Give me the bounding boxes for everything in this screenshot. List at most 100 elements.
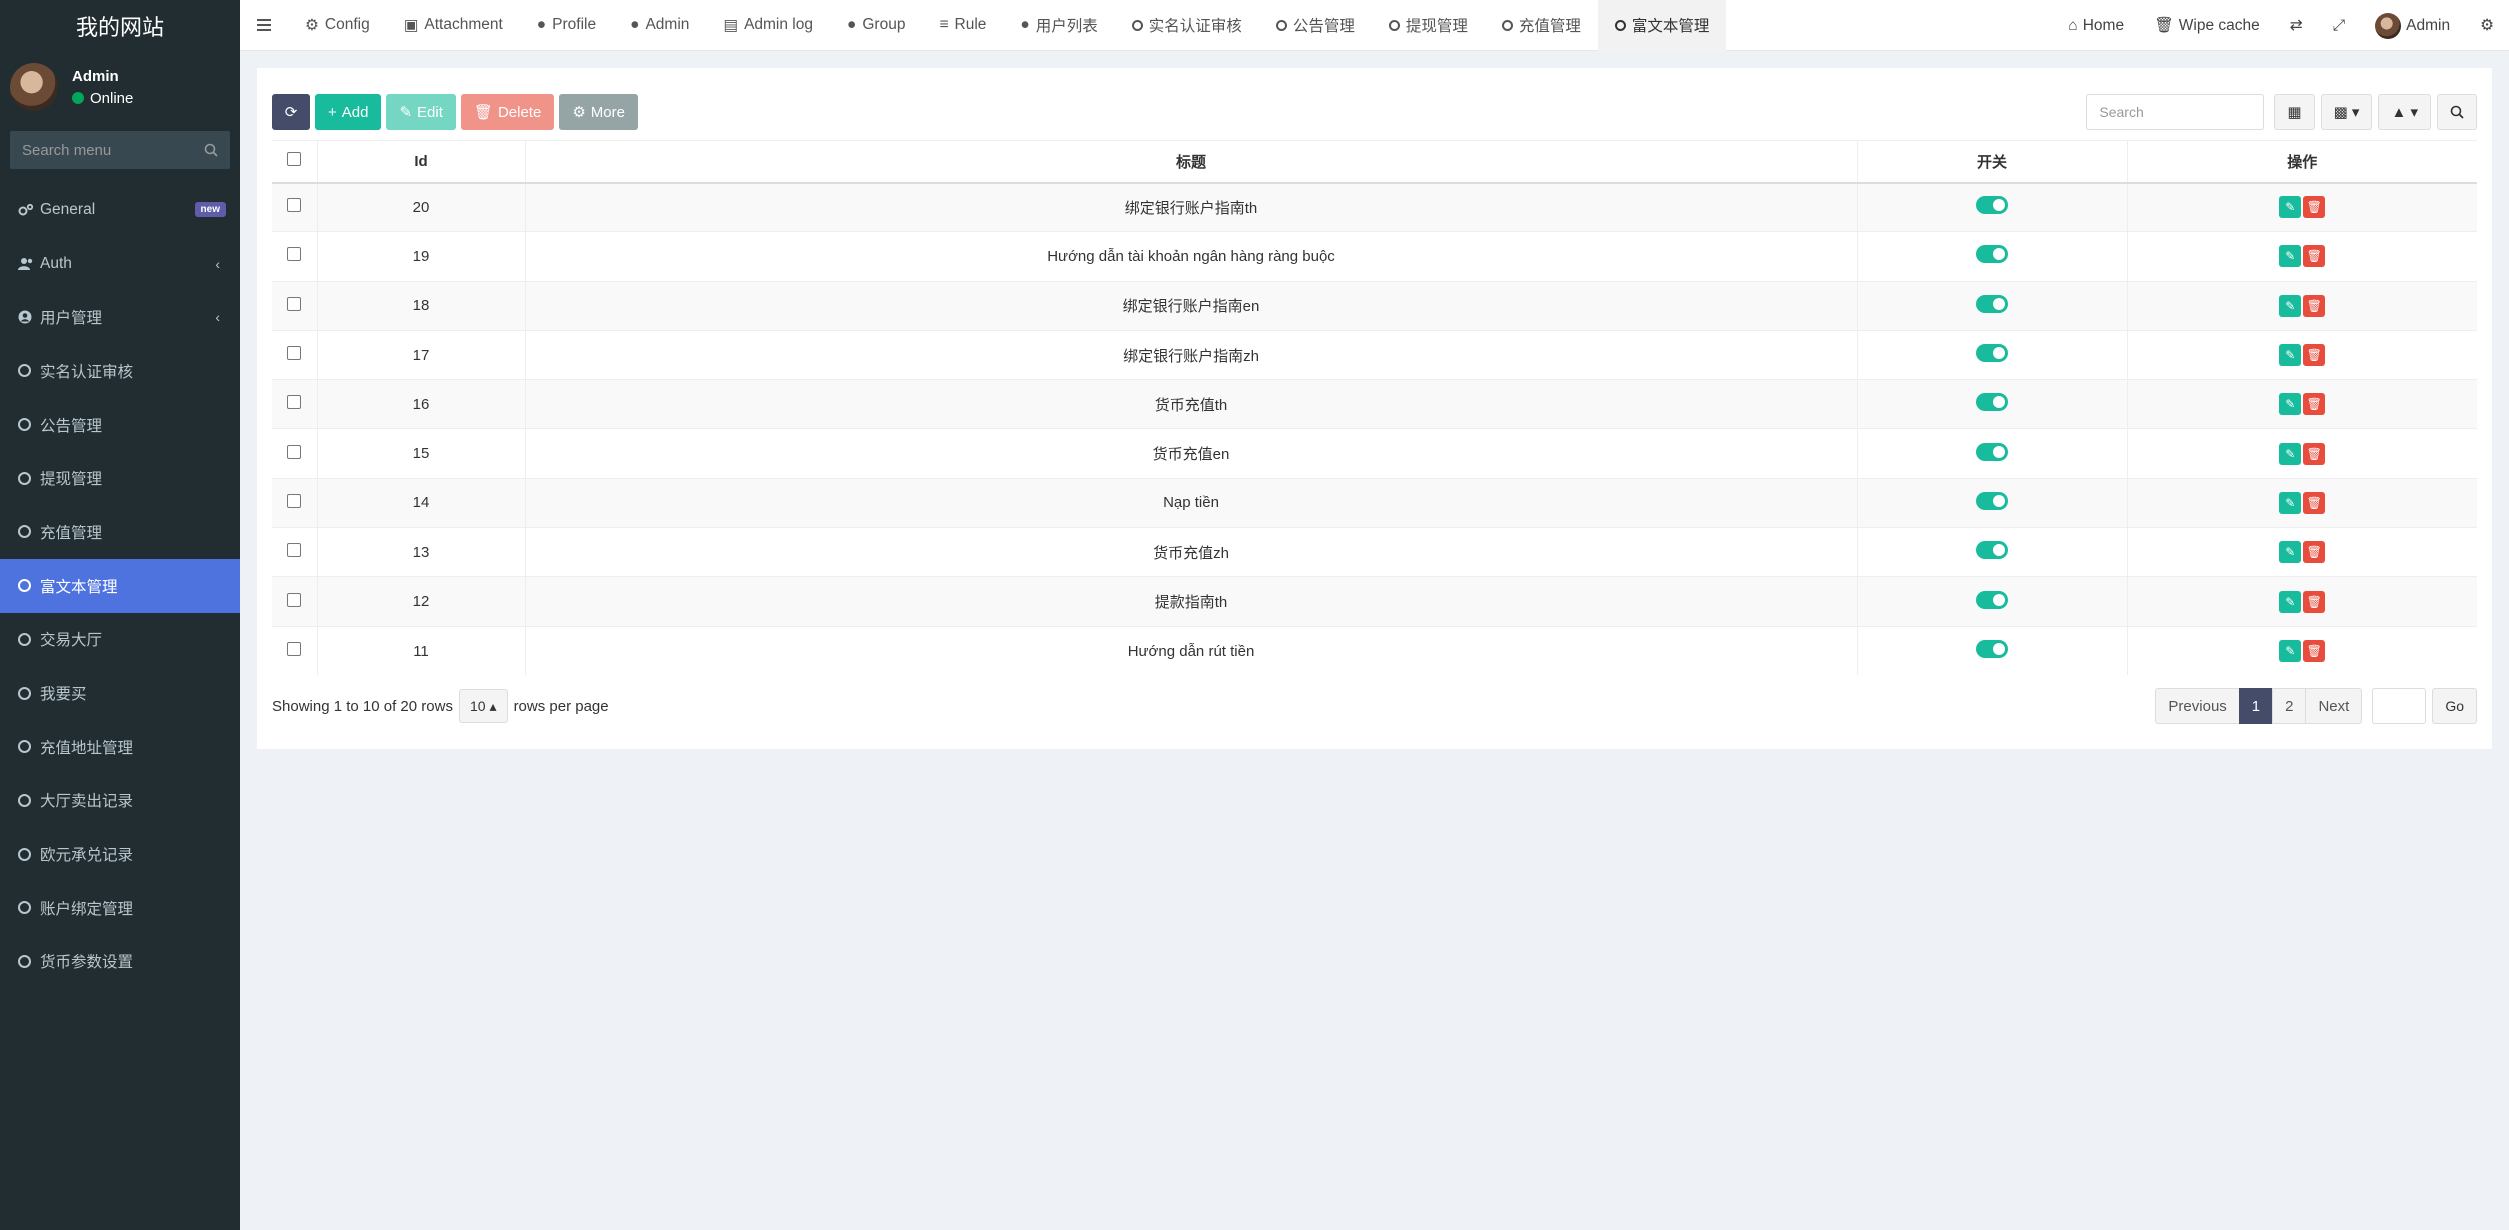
row-edit-button[interactable]: ✎ [2279,442,2302,465]
row-edit-button[interactable]: ✎ [2279,590,2302,613]
row-delete-button[interactable]: 🗑 [2303,393,2326,416]
tab-profile[interactable]: ● Profile [520,0,613,51]
row-delete-button[interactable]: 🗑 [2303,294,2326,317]
tab-withdrawals[interactable]: 提现管理 [1372,0,1485,51]
row-delete-button[interactable]: 🗑 [2303,442,2326,465]
row-delete-button[interactable]: 🗑 [2303,245,2326,268]
row-checkbox[interactable] [287,642,302,657]
home-link[interactable]: ⌂ Home [2053,0,2139,51]
tab-admin-log[interactable]: ▤ Admin log [706,0,830,51]
brand-logo[interactable]: 我的网站 [0,0,240,51]
row-edit-button[interactable]: ✎ [2279,245,2302,268]
row-delete-button[interactable]: 🗑 [2303,541,2326,564]
sidebar-item-buy[interactable]: 我要买 [0,666,240,720]
row-edit-button[interactable]: ✎ [2279,640,2302,663]
row-delete-button[interactable]: 🗑 [2303,491,2326,514]
row-checkbox[interactable] [287,346,302,361]
page-2-button[interactable]: 2 [2272,688,2307,724]
refresh-button[interactable]: ⟳ [272,94,310,130]
delete-button[interactable]: 🗑 Delete [460,94,555,130]
sidebar-item-deposit-address[interactable]: 充值地址管理 [0,720,240,774]
tab-admin[interactable]: ● Admin [613,0,706,51]
sidebar-item-trading-hall[interactable]: 交易大厅 [0,613,240,667]
row-delete-button[interactable]: 🗑 [2303,590,2326,613]
fullscreen-icon[interactable]: ⤢ [2318,0,2360,51]
tab-group[interactable]: ● Group [830,0,922,51]
row-edit-button[interactable]: ✎ [2279,393,2302,416]
language-icon[interactable]: ⇄ [2275,0,2318,51]
switch-toggle[interactable] [1976,491,2008,510]
row-delete-button[interactable]: 🗑 [2303,344,2326,367]
row-checkbox[interactable] [287,543,302,558]
switch-toggle[interactable] [1976,245,2008,264]
column-header-switch[interactable]: 开关 [1856,140,2127,184]
menu-toggle-icon[interactable] [240,0,288,51]
sidebar-item-euro-records[interactable]: 欧元承兑记录 [0,827,240,881]
sidebar-item-user-management[interactable]: 用户管理 ‹ [0,290,240,344]
export-button[interactable]: ▲ ▾ [2378,94,2431,130]
tab-announcements[interactable]: 公告管理 [1259,0,1372,51]
select-all-checkbox[interactable] [287,152,302,167]
sidebar-item-hall-sell-records[interactable]: 大厅卖出记录 [0,774,240,828]
tab-config[interactable]: ⚙ Config [288,0,387,51]
column-header-id[interactable]: Id [316,140,525,184]
add-button[interactable]: + Add [315,94,382,130]
columns-button[interactable]: ▩ ▾ [2320,94,2373,130]
sidebar-item-richtext[interactable]: 富文本管理 [0,558,240,613]
switch-toggle[interactable] [1976,344,2008,363]
row-edit-button[interactable]: ✎ [2279,541,2302,564]
row-checkbox[interactable] [287,296,302,311]
sidebar-item-auth[interactable]: Auth ‹ [0,237,240,291]
row-edit-button[interactable]: ✎ [2279,491,2302,514]
tab-user-list[interactable]: ● 用户列表 [1003,0,1114,51]
row-edit-button[interactable]: ✎ [2279,344,2302,367]
sidebar-item-account-binding[interactable]: 账户绑定管理 [0,881,240,935]
tab-attachment[interactable]: ▣ Attachment [387,0,520,51]
row-checkbox[interactable] [287,395,302,410]
sidebar-item-currency-settings[interactable]: 货币参数设置 [0,935,240,989]
switch-toggle[interactable] [1976,393,2008,412]
row-checkbox[interactable] [287,493,302,508]
admin-user-menu[interactable]: Admin [2360,0,2465,51]
toggle-view-button[interactable]: ▦ [2274,94,2315,130]
more-button[interactable]: ⚙ More [559,94,638,130]
switch-toggle[interactable] [1976,196,2008,215]
row-edit-button[interactable]: ✎ [2279,294,2302,317]
goto-page-input[interactable] [2372,688,2427,724]
tab-realname-review[interactable]: 实名认证审核 [1115,0,1259,51]
switch-toggle[interactable] [1976,590,2008,609]
sidebar-item-withdrawals[interactable]: 提现管理 [0,451,240,505]
tab-richtext[interactable]: 富文本管理 [1597,0,1727,51]
edit-button[interactable]: ✎ Edit [386,94,456,130]
switch-toggle[interactable] [1976,640,2008,659]
page-1-button[interactable]: 1 [2238,688,2274,724]
settings-cogs-icon[interactable]: ⚙ [2465,0,2509,51]
sidebar-item-announcements[interactable]: 公告管理 [0,398,240,452]
sidebar-item-realname-review[interactable]: 实名认证审核 [0,344,240,398]
wipe-cache-button[interactable]: 🗑 Wipe cache [2139,0,2275,51]
previous-page-button[interactable]: Previous [2155,688,2240,724]
page-size-dropdown[interactable]: 10 ▴ [458,689,508,723]
search-icon[interactable] [204,143,218,157]
row-delete-button[interactable]: 🗑 [2303,640,2326,663]
tab-rule[interactable]: ≡ Rule [922,0,1003,51]
switch-toggle[interactable] [1976,541,2008,560]
search-menu-input[interactable]: Search menu [10,131,230,169]
switch-toggle[interactable] [1976,442,2008,461]
row-checkbox[interactable] [287,198,302,213]
row-title: 绑定银行账户指南th [524,181,1857,232]
row-checkbox[interactable] [287,592,302,607]
switch-toggle[interactable] [1976,294,2008,313]
next-page-button[interactable]: Next [2305,688,2363,724]
go-button[interactable]: Go [2432,688,2477,724]
row-delete-button[interactable]: 🗑 [2303,196,2326,219]
sidebar-item-general[interactable]: General new [0,183,240,237]
table-search-input[interactable]: Search [2086,94,2265,130]
tab-deposits[interactable]: 充值管理 [1485,0,1598,51]
advanced-search-button[interactable] [2437,94,2477,130]
row-checkbox[interactable] [287,247,302,262]
column-header-title[interactable]: 标题 [524,140,1857,184]
row-checkbox[interactable] [287,444,302,459]
sidebar-item-deposits[interactable]: 充值管理 [0,505,240,559]
row-edit-button[interactable]: ✎ [2279,196,2302,219]
